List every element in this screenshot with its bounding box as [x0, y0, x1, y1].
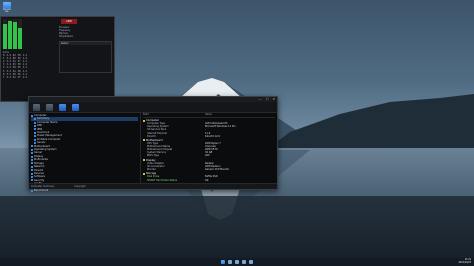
- core-table: Core 0 3.4 42 38 1.2 1 3.4 40 36 1.2 2 3.3 41 37 1.1 3 3.…: [3, 51, 57, 79]
- column-header-value[interactable]: Value: [205, 113, 212, 117]
- tree-node-icon: [34, 118, 36, 121]
- detail-row[interactable]: SMART Hard Disks Status OK: [143, 179, 275, 182]
- tree-node-icon: [31, 165, 33, 168]
- tree-node-icon: [31, 179, 33, 182]
- maximize-button[interactable]: ☐: [266, 97, 269, 102]
- monitor-right-panel: AMD Processor Frequency Memory Temperature …: [59, 19, 112, 99]
- search-icon[interactable]: [228, 260, 232, 264]
- cpu-bar: [3, 19, 7, 49]
- detail-value: Generic PnP Monitor: [205, 168, 230, 172]
- detail-row[interactable]: DirectX DirectX 12.0: [143, 135, 275, 138]
- tree-item[interactable]: Benchmark: [31, 189, 138, 192]
- details-sections: Computer Computer Type ACPI x64-based PC Op…: [143, 119, 275, 182]
- tree-item-label: Benchmark: [34, 188, 49, 192]
- close-button[interactable]: ✕: [272, 97, 275, 102]
- detail-field: SMART Hard Disks Status: [147, 178, 178, 182]
- detail-field: BIOS Type: [147, 154, 159, 158]
- back-icon[interactable]: [33, 103, 40, 111]
- tree-node-icon: [31, 152, 33, 155]
- tree-node-icon: [31, 189, 33, 192]
- sensor-box-title: Sensor: [60, 42, 111, 45]
- tree-node-icon: [31, 176, 33, 179]
- navigation-tree: Computer Summary Computer Name DMI IPMI Overc…: [29, 113, 141, 192]
- detail-field: Monitor: [147, 168, 157, 172]
- core-cell: 37: [17, 75, 21, 79]
- detail-value: DirectX 12.0: [205, 134, 220, 138]
- detail-value: OK: [205, 178, 209, 182]
- task-view-icon[interactable]: [235, 260, 239, 264]
- toolbar: [29, 102, 277, 113]
- cpu-bar-fill: [18, 28, 22, 49]
- cpu-bar-fill: [8, 20, 12, 49]
- detail-row[interactable]: Monitor Generic PnP Monitor: [143, 168, 275, 171]
- status-left: Computer Summary: [31, 185, 55, 188]
- details-header: Field Value: [143, 113, 275, 118]
- desktop-icon-label: Recycle Bin: [3, 9, 11, 13]
- core-cell: 41: [12, 75, 16, 79]
- detail-value: Microsoft Windows 11 Pro: [205, 125, 236, 129]
- detail-row[interactable]: BIOS Type AMI: [143, 154, 275, 157]
- start-icon[interactable]: [221, 260, 225, 264]
- update-icon[interactable]: [72, 103, 79, 111]
- status-bar: Computer Summary Copyright: [29, 183, 277, 189]
- tree-node-icon: [31, 145, 33, 148]
- tree-node-icon: [34, 138, 36, 141]
- detail-value: AMI: [205, 154, 210, 158]
- tree-node-icon: [31, 155, 33, 158]
- tree-node-icon: [34, 128, 36, 131]
- recycle-bin-desktop-icon[interactable]: Recycle Bin: [2, 2, 12, 14]
- cpu-bar-fill: [3, 24, 7, 49]
- sensor-monitor-window[interactable]: Core 0 3.4 42 38 1.2 1 3.4 40 36 1.2 2 3.3 41 37 1.1 3 3.…: [0, 16, 115, 102]
- taskbar: 11:01 2022/10/23: [0, 258, 474, 266]
- core-cell: 3.4: [6, 75, 11, 79]
- tree-node-icon: [31, 172, 33, 175]
- tree-node-icon: [31, 162, 33, 165]
- tree-node-icon: [34, 124, 36, 127]
- core-cell: 7: [3, 75, 5, 79]
- cpu-usage-bars: [3, 19, 57, 49]
- recycle-bin-icon: [3, 2, 11, 9]
- core-cell: 1.2: [22, 75, 27, 79]
- system-tray[interactable]: 11:01 2022/10/23: [458, 258, 471, 266]
- details-pane: Field Value Computer Computer Type ACPI x6…: [141, 113, 277, 184]
- detail-field: DirectX: [147, 134, 156, 138]
- monitor-info-line: Temperature: [59, 35, 73, 38]
- cpu-bar: [8, 19, 12, 49]
- cpu-bar-fill: [13, 22, 17, 49]
- window-panes: Computer Summary Computer Name DMI IPMI Overc…: [29, 113, 277, 192]
- tree-node-icon: [34, 131, 36, 134]
- forward-icon[interactable]: [46, 103, 53, 111]
- file-explorer-icon[interactable]: [242, 260, 246, 264]
- browser-icon[interactable]: [249, 260, 253, 264]
- clock[interactable]: 11:01 2022/10/23: [458, 259, 471, 264]
- minimize-button[interactable]: —: [259, 97, 262, 102]
- tree-node-icon: [31, 148, 33, 151]
- cpu-bar: [18, 19, 22, 49]
- tree-node-icon: [34, 135, 36, 138]
- sensor-box: Sensor: [59, 41, 112, 73]
- shore-area: [0, 196, 474, 258]
- tree-node-icon: [34, 121, 36, 124]
- clock-date: 2022/10/23: [458, 261, 471, 264]
- column-header-field[interactable]: Field: [143, 113, 205, 117]
- cpu-bar: [13, 19, 17, 49]
- status-right: Copyright: [74, 185, 86, 188]
- cpu-brand-badge: AMD: [61, 19, 77, 24]
- monitor-left-panel: Core 0 3.4 42 38 1.2 1 3.4 40 36 1.2 2 3.3 41 37 1.1 3 3.…: [3, 19, 57, 99]
- tree-node-icon: [31, 158, 33, 161]
- tree-node-icon: [31, 169, 33, 172]
- monitor-info: Processor Frequency Memory Temperature: [59, 26, 112, 38]
- system-info-window[interactable]: — ☐ ✕ Computer Summary Computer Name DMI IPM…: [28, 96, 278, 192]
- tree-node-icon: [31, 114, 33, 117]
- report-icon[interactable]: [59, 103, 66, 111]
- core-row: 7 3.4 41 37 1.2: [3, 76, 57, 79]
- tree-node-icon: [34, 141, 36, 144]
